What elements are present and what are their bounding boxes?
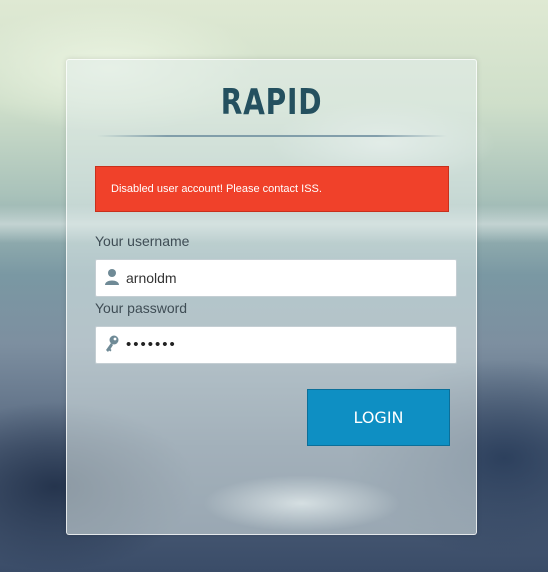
brand-divider: [97, 135, 447, 137]
login-panel: RAPID Disabled user account! Please cont…: [66, 59, 477, 535]
login-button[interactable]: LOGIN: [307, 389, 450, 446]
user-icon: [104, 268, 120, 286]
username-label: Your username: [95, 233, 190, 249]
brand-logo: RAPID: [220, 82, 323, 123]
username-input[interactable]: [126, 260, 446, 296]
username-field[interactable]: [95, 259, 457, 297]
key-icon: [104, 335, 120, 353]
password-label: Your password: [95, 300, 188, 316]
error-alert: Disabled user account! Please contact IS…: [95, 166, 449, 212]
password-input[interactable]: •••••••: [126, 327, 177, 363]
password-field[interactable]: •••••••: [95, 326, 457, 364]
